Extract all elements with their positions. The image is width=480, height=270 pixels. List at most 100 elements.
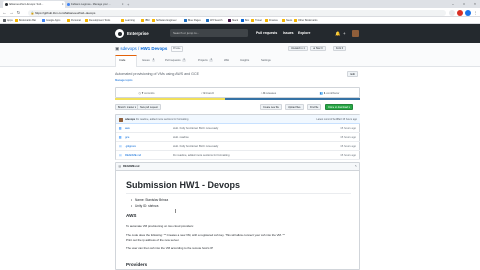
close-tab-icon[interactable]: × xyxy=(62,1,64,8)
folder-icon xyxy=(3,19,6,22)
bookmark-item[interactable]: Learning xyxy=(121,17,135,24)
forward-icon[interactable]: → xyxy=(8,8,15,17)
create-new-plus-icon[interactable]: + xyxy=(343,30,346,37)
file-icon: ▤ xyxy=(119,153,122,157)
repo-owner-link[interactable]: sdevops xyxy=(120,46,136,51)
user-avatar[interactable] xyxy=(352,30,359,37)
file-name-link[interactable]: aws xyxy=(125,124,130,133)
clone-download-button[interactable]: Clone or download ▾ xyxy=(325,104,353,110)
file-commit-message[interactable]: stub. Fully functional. BLIC now-ready xyxy=(173,142,218,151)
find-file-button[interactable]: Find file xyxy=(307,104,322,110)
language-segment xyxy=(115,98,226,101)
github-favicon-icon xyxy=(4,3,8,6)
tab-code[interactable]: Code xyxy=(115,55,137,67)
address-bar[interactable]: 🔒 https://github.ibm.com/fabianoeu/hw1-d… xyxy=(28,9,446,16)
bookmark-item[interactable]: W3 Search xyxy=(206,17,222,24)
profile-avatar[interactable] xyxy=(465,9,471,16)
bookmark-label: Other Bookmarks xyxy=(298,19,318,22)
folder-icon xyxy=(152,19,155,22)
bookmark-label: Bookmarks Bar xyxy=(19,19,37,22)
tab-wiki[interactable]: Wiki xyxy=(221,55,232,67)
file-row[interactable]: ▤ .gitignore stub. Fully functional. BLIC … xyxy=(116,142,360,151)
close-tab-icon[interactable]: × xyxy=(122,1,124,8)
notifications-bell-icon[interactable]: 🔔 xyxy=(335,30,340,37)
file-name-link[interactable]: .gitignore xyxy=(125,142,136,151)
tab-label: Pull requests xyxy=(165,59,181,62)
bookmark-item[interactable]: Personal xyxy=(67,17,81,24)
bookmark-item[interactable]: Development Tools xyxy=(85,17,110,24)
edit-description-button[interactable]: Edit xyxy=(347,71,359,77)
bookmark-item[interactable]: Finance xyxy=(265,17,278,24)
tab-insights[interactable]: Insights xyxy=(237,55,252,67)
tab-pull-requests[interactable]: Pull requests 0 xyxy=(162,55,189,67)
bookmark-item[interactable]: Box xyxy=(241,17,249,24)
tab-projects[interactable]: Projects 0 xyxy=(195,55,216,67)
browser-tab-active[interactable]: fabianoeu/hw1-devops: Sub... × xyxy=(3,1,65,8)
bookmark-item[interactable]: Slack xyxy=(228,17,238,24)
lock-icon: 🔒 xyxy=(30,10,35,15)
file-row[interactable]: ▆ aws stub. Fully functional. BLIC now-rea… xyxy=(116,124,360,133)
readme-section-aws: AWS xyxy=(126,213,137,218)
star-button[interactable]: ★ Star 0 xyxy=(310,46,326,51)
nav-pull-requests[interactable]: Pull requests xyxy=(256,24,277,43)
commit-author-avatar[interactable] xyxy=(119,117,123,122)
bookmark-item[interactable]: Apps xyxy=(3,17,13,24)
folder-icon xyxy=(15,19,18,22)
bookmark-item[interactable]: Blue Pages xyxy=(184,17,201,24)
unwatch-button[interactable]: Unwatch ▾ 1 xyxy=(288,46,308,51)
folder-icon xyxy=(42,19,45,22)
github-logo-icon[interactable] xyxy=(115,29,124,38)
commit-author[interactable]: sdevops xyxy=(125,118,135,121)
bookmark-item[interactable]: Software Engineer xyxy=(152,17,177,24)
folder-icon xyxy=(184,19,187,22)
nav-explore[interactable]: Explore xyxy=(298,24,310,43)
bookmark-item[interactable]: IBM xyxy=(141,17,149,24)
bookmark-item[interactable]: News xyxy=(282,17,292,24)
mouse-cursor-icon: I xyxy=(175,209,177,215)
branch-select-button[interactable]: Branch: master ▾ xyxy=(115,104,140,110)
file-name-link[interactable]: README.md xyxy=(125,151,141,160)
maximize-icon[interactable]: □ xyxy=(459,0,469,8)
bookmark-label: Travel xyxy=(255,19,262,22)
edit-pencil-icon[interactable]: ✎ xyxy=(355,163,357,171)
tab-label: Projects xyxy=(198,59,208,62)
file-row[interactable]: ▆ gce stub. readme 15 hours ago xyxy=(116,133,360,142)
commit-message[interactable]: Fix readme, added more sections for form… xyxy=(136,118,189,121)
file-icon: ▤ xyxy=(119,144,122,148)
bookmark-item[interactable]: Other Bookmarks xyxy=(294,17,317,24)
create-new-file-button[interactable]: Create new file xyxy=(260,104,282,110)
tab-issues[interactable]: Issues 0 xyxy=(139,55,158,67)
extension-icon[interactable] xyxy=(457,9,463,16)
upload-files-button[interactable]: Upload files xyxy=(285,104,304,110)
bookmark-item[interactable]: Bookmarks Bar xyxy=(15,17,36,24)
bookmark-item[interactable]: Travel xyxy=(251,17,262,24)
reload-icon[interactable]: ↻ xyxy=(15,8,22,17)
nav-issues[interactable]: Issues xyxy=(283,24,294,43)
new-tab-icon[interactable]: + xyxy=(127,1,129,8)
github-search-input[interactable]: Search or jump to... xyxy=(170,29,248,37)
repo-name-link[interactable]: HW1 Devops xyxy=(140,46,167,51)
minimize-icon[interactable]: – xyxy=(448,0,458,8)
new-pull-request-button[interactable]: New pull request xyxy=(137,104,161,110)
close-window-icon[interactable]: × xyxy=(470,0,480,8)
bookmark-star-icon[interactable] xyxy=(449,9,455,16)
file-commit-message[interactable]: stub. readme xyxy=(173,133,189,142)
folder-icon xyxy=(251,19,254,22)
language-segment xyxy=(225,98,360,101)
fork-button[interactable]: Fork 0 xyxy=(333,46,347,51)
file-commit-message[interactable]: Fix readme, added more sections for form… xyxy=(173,151,229,160)
file-age: 15 hours ago xyxy=(340,145,356,148)
manage-topics-link[interactable]: Manage topics xyxy=(115,79,132,82)
back-icon[interactable]: ← xyxy=(1,8,8,17)
folder-icon xyxy=(67,19,70,22)
language-bar[interactable] xyxy=(115,98,360,101)
browser-tab[interactable]: Fabiano Lagrosa - Manage your ... × xyxy=(65,1,125,8)
browser-menu-icon[interactable]: ⋮ xyxy=(472,8,479,17)
folder-icon xyxy=(206,19,209,22)
bookmark-item[interactable]: Google Apps xyxy=(42,17,60,24)
file-commit-message[interactable]: stub. Fully functional. BLIC now-ready xyxy=(173,124,218,133)
tab-settings[interactable]: Settings xyxy=(258,55,274,67)
latest-commit-info[interactable]: Latest commit 5e4f8a3 15 hours ago xyxy=(316,115,357,124)
file-row[interactable]: ▤ README.md Fix readme, added more section… xyxy=(116,151,360,160)
file-name-link[interactable]: gce xyxy=(125,133,129,142)
